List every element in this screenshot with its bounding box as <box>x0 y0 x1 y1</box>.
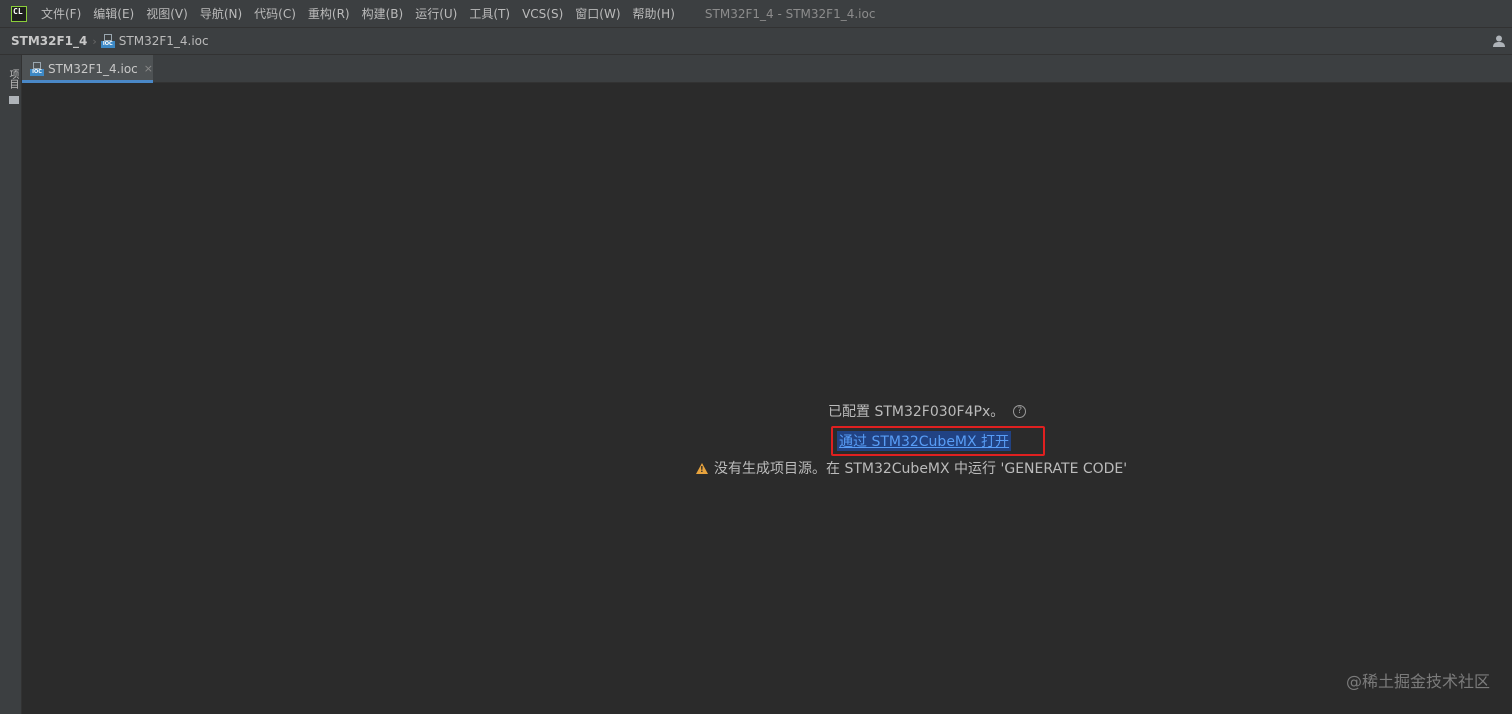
menu-window[interactable]: 窗口(W) <box>569 5 626 22</box>
menu-view[interactable]: 视图(V) <box>140 5 194 22</box>
editor-tab-bar: IOC STM32F1_4.ioc × <box>22 55 1512 83</box>
menu-run[interactable]: 运行(U) <box>409 5 463 22</box>
menu-build[interactable]: 构建(B) <box>356 5 410 22</box>
menu-help[interactable]: 帮助(H) <box>627 5 681 22</box>
clion-logo-icon[interactable]: CL <box>11 5 27 22</box>
warning-icon: ! <box>696 462 708 474</box>
breadcrumb-file[interactable]: IOC STM32F1_4.ioc <box>100 34 209 48</box>
help-icon[interactable]: ? <box>1013 404 1027 418</box>
ioc-file-icon: IOC <box>100 34 115 48</box>
warning-message: ! 没有生成项目源。在 STM32CubeMX 中运行 'GENERATE CO… <box>696 458 1127 478</box>
menu-vcs[interactable]: VCS(S) <box>516 7 569 21</box>
user-icon[interactable] <box>1492 34 1506 48</box>
editor-area: 已配置 STM32F030F4Px。 ? 通过 STM32CubeMX 打开 !… <box>22 83 1512 714</box>
breadcrumb-project[interactable]: STM32F1_4 <box>11 34 87 48</box>
breadcrumb-chevron-icon: › <box>92 34 97 48</box>
breadcrumb: STM32F1_4 › IOC STM32F1_4.ioc <box>0 28 1512 55</box>
window-title: STM32F1_4 - STM32F1_4.ioc <box>704 6 876 21</box>
menu-tools[interactable]: 工具(T) <box>463 5 516 22</box>
menu-navigate[interactable]: 导航(N) <box>194 5 248 22</box>
close-icon[interactable]: × <box>144 62 153 75</box>
configured-text: 已配置 STM32F030F4Px。 <box>828 404 1005 420</box>
open-in-stm32cubemx-link[interactable]: 通过 STM32CubeMX 打开 <box>837 431 1012 451</box>
main-menu: 文件(F) 编辑(E) 视图(V) 导航(N) 代码(C) 重构(R) 构建(B… <box>35 5 681 22</box>
watermark: @稀土掘金技术社区 <box>1345 672 1490 691</box>
configured-status: 已配置 STM32F030F4Px。 ? <box>828 401 1027 421</box>
tab-stm32f1-4-ioc[interactable]: IOC STM32F1_4.ioc × <box>22 55 153 83</box>
project-tool-label: 项目 <box>7 69 18 89</box>
tab-label: STM32F1_4.ioc <box>47 61 138 76</box>
logo-text: CL <box>13 6 23 16</box>
ioc-file-icon: IOC <box>30 61 44 76</box>
left-tool-stripe: 项目 <box>0 55 22 714</box>
warning-text: 没有生成项目源。在 STM32CubeMX 中运行 'GENERATE CODE… <box>714 461 1128 477</box>
menu-refactor[interactable]: 重构(R) <box>302 5 356 22</box>
menu-file[interactable]: 文件(F) <box>35 5 87 22</box>
menu-edit[interactable]: 编辑(E) <box>87 5 140 22</box>
menu-code[interactable]: 代码(C) <box>248 5 302 22</box>
breadcrumb-file-label: STM32F1_4.ioc <box>118 34 209 48</box>
menu-bar: CL 文件(F) 编辑(E) 视图(V) 导航(N) 代码(C) 重构(R) 构… <box>0 0 1512 28</box>
folder-icon <box>9 96 19 104</box>
project-tool-button[interactable]: 项目 <box>3 61 19 104</box>
